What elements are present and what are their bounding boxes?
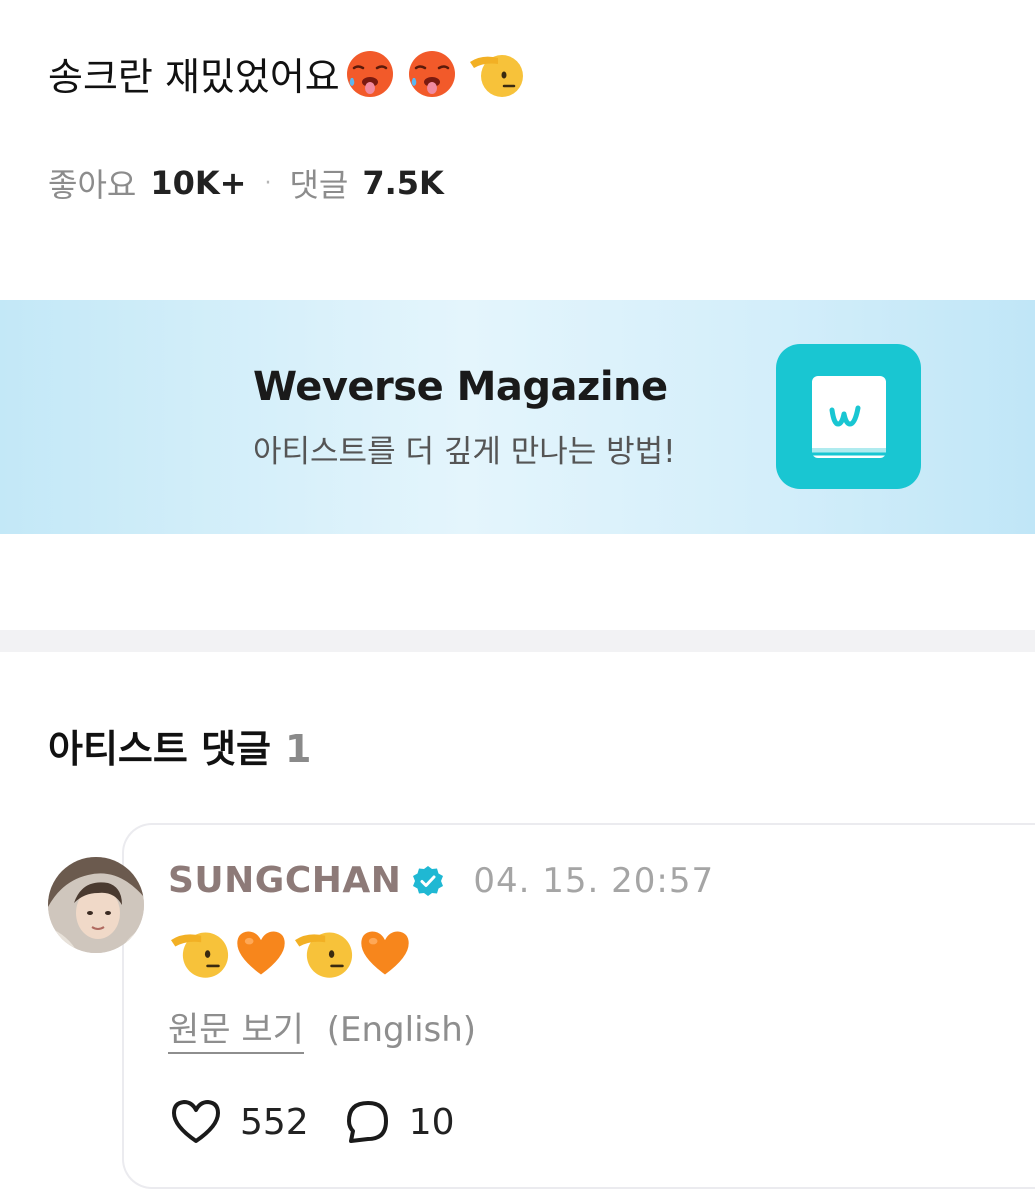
speech-bubble-icon [346, 1101, 388, 1143]
banner-title: Weverse Magazine [253, 364, 668, 410]
post-emojis [344, 48, 524, 100]
weverse-magazine-book-icon [776, 344, 921, 489]
saluting-face-emoji-icon [171, 932, 229, 978]
comments-label: 댓글 [289, 166, 349, 204]
section-divider [0, 630, 1035, 652]
hot-face-emoji-icon [346, 50, 393, 97]
translate-row: 원문 보기 (English) [168, 1002, 477, 1054]
like-button[interactable]: 552 [170, 1098, 309, 1146]
post-text-content: 송크란 재밌었어요 [48, 55, 340, 99]
heart-icon [172, 1100, 220, 1143]
comment-body [168, 925, 414, 981]
saluting-face-emoji-icon [469, 54, 523, 97]
banner-subtitle: 아티스트를 더 깊게 만나는 방법! [253, 434, 676, 470]
artist-comments-heading: 아티스트 댓글 1 [48, 718, 311, 773]
likes-count[interactable]: 10K+ [150, 164, 246, 202]
comment-timestamp: 04. 15. 20:57 [473, 860, 715, 901]
original-language: (English) [326, 1010, 477, 1050]
orange-heart-emoji-icon [237, 931, 285, 975]
reply-button[interactable]: 10 [345, 1099, 455, 1145]
saluting-face-emoji-icon [295, 932, 353, 978]
weverse-magazine-banner[interactable]: Weverse Magazine 아티스트를 더 깊게 만나는 방법! [0, 300, 1035, 534]
comment-actions: 552 10 [170, 1098, 455, 1146]
comments-count[interactable]: 7.5K [362, 164, 443, 202]
reply-count: 10 [408, 1101, 455, 1143]
post-stats: 좋아요 10K+ · 댓글 7.5K [48, 160, 444, 206]
like-count: 552 [240, 1101, 309, 1143]
artist-comments-count: 1 [285, 727, 312, 771]
comment-header: SUNGCHAN 04. 15. 20:57 [168, 860, 714, 901]
likes-label: 좋아요 [48, 166, 137, 204]
stats-separator: · [264, 170, 272, 196]
post-text: 송크란 재밌었어요 [48, 46, 524, 101]
hot-face-emoji-icon [408, 50, 455, 97]
avatar[interactable] [48, 857, 144, 953]
verified-badge-icon [411, 864, 445, 898]
view-original-link[interactable]: 원문 보기 [168, 1010, 304, 1054]
artist-comments-title: 아티스트 댓글 [48, 727, 271, 771]
comment-author[interactable]: SUNGCHAN [168, 860, 401, 901]
orange-heart-emoji-icon [361, 931, 409, 975]
